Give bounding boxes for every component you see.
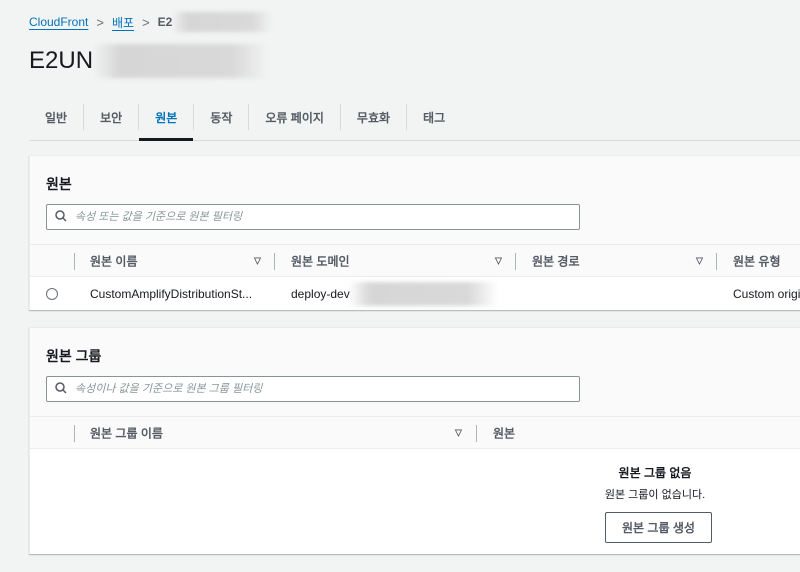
origins-search[interactable] xyxy=(46,204,580,230)
empty-text: 원본 그룹이 없습니다. xyxy=(604,489,706,501)
table-row[interactable]: CustomAmplifyDistributionSt... deploy-de… xyxy=(30,277,800,310)
origin-type: Custom origi xyxy=(733,286,800,301)
breadcrumb: CloudFront > 배포 > E2 xyxy=(29,12,273,32)
row-radio[interactable] xyxy=(46,287,58,300)
breadcrumb-distributions[interactable]: 배포 xyxy=(112,14,134,31)
redacted-area xyxy=(172,12,273,32)
column-origin-domain[interactable]: 원본 도메인 xyxy=(291,252,350,269)
origin-groups-panel: 원본 그룹 원본 그룹 이름 ▽ 원본 원본 그룹 없음 원본 그룹이 없습니다… xyxy=(29,327,800,554)
tab-tags[interactable]: 태그 xyxy=(407,104,461,130)
search-icon xyxy=(55,209,67,225)
tab-general[interactable]: 일반 xyxy=(29,104,85,130)
tab-security[interactable]: 보안 xyxy=(84,104,140,130)
column-origin-type[interactable]: 원본 유형 xyxy=(733,252,781,269)
column-origin-group-name[interactable]: 원본 그룹 이름 xyxy=(90,424,163,441)
create-origin-group-button[interactable]: 원본 그룹 생성 xyxy=(605,512,712,543)
origins-search-input[interactable] xyxy=(75,211,555,223)
origins-table-header: 원본 이름 ▽ 원본 도메인 ▽ 원본 경로 ▽ 원본 유형 xyxy=(30,244,800,277)
chevron-right-icon: > xyxy=(96,14,104,30)
origin-groups-search-input[interactable] xyxy=(75,383,555,395)
tab-origins[interactable]: 원본 xyxy=(139,104,195,141)
breadcrumb-current: E2 xyxy=(157,15,173,29)
breadcrumb-cloudfront[interactable]: CloudFront xyxy=(29,15,88,29)
origin-groups-title: 원본 그룹 xyxy=(46,348,102,364)
origins-title: 원본 xyxy=(46,176,72,192)
redacted-area xyxy=(348,281,498,306)
origins-panel: 원본 원본 이름 ▽ 원본 도메인 ▽ 원본 경로 ▽ 원본 유형 Custom… xyxy=(29,155,800,310)
tab-error-pages[interactable]: 오류 페이지 xyxy=(249,104,341,130)
origin-groups-table-header: 원본 그룹 이름 ▽ 원본 xyxy=(30,416,800,449)
redacted-area xyxy=(93,44,269,78)
search-icon xyxy=(55,381,67,397)
filter-icon[interactable]: ▽ xyxy=(254,255,261,266)
origin-groups-search[interactable] xyxy=(46,376,580,402)
filter-icon[interactable]: ▽ xyxy=(696,255,703,266)
origin-name: CustomAmplifyDistributionSt... xyxy=(90,286,253,301)
empty-state: 원본 그룹 없음 원본 그룹이 없습니다. 원본 그룹 생성 xyxy=(30,449,800,554)
filter-icon[interactable]: ▽ xyxy=(495,255,502,266)
column-origin-name[interactable]: 원본 이름 xyxy=(90,252,138,269)
filter-icon[interactable]: ▽ xyxy=(455,427,462,438)
page-title-text: E2UN xyxy=(29,47,94,74)
origin-domain: deploy-dev xyxy=(291,286,350,301)
empty-title: 원본 그룹 없음 xyxy=(618,466,692,480)
tab-bar: 일반 보안 원본 동작 오류 페이지 무효화 태그 xyxy=(29,104,800,141)
page-title: E2UN xyxy=(29,44,269,78)
tab-behaviors[interactable]: 동작 xyxy=(194,104,250,130)
chevron-right-icon: > xyxy=(142,14,150,30)
column-origin-path[interactable]: 원본 경로 xyxy=(532,252,580,269)
column-origins[interactable]: 원본 xyxy=(493,424,515,441)
tab-invalidations[interactable]: 무효화 xyxy=(341,104,408,130)
